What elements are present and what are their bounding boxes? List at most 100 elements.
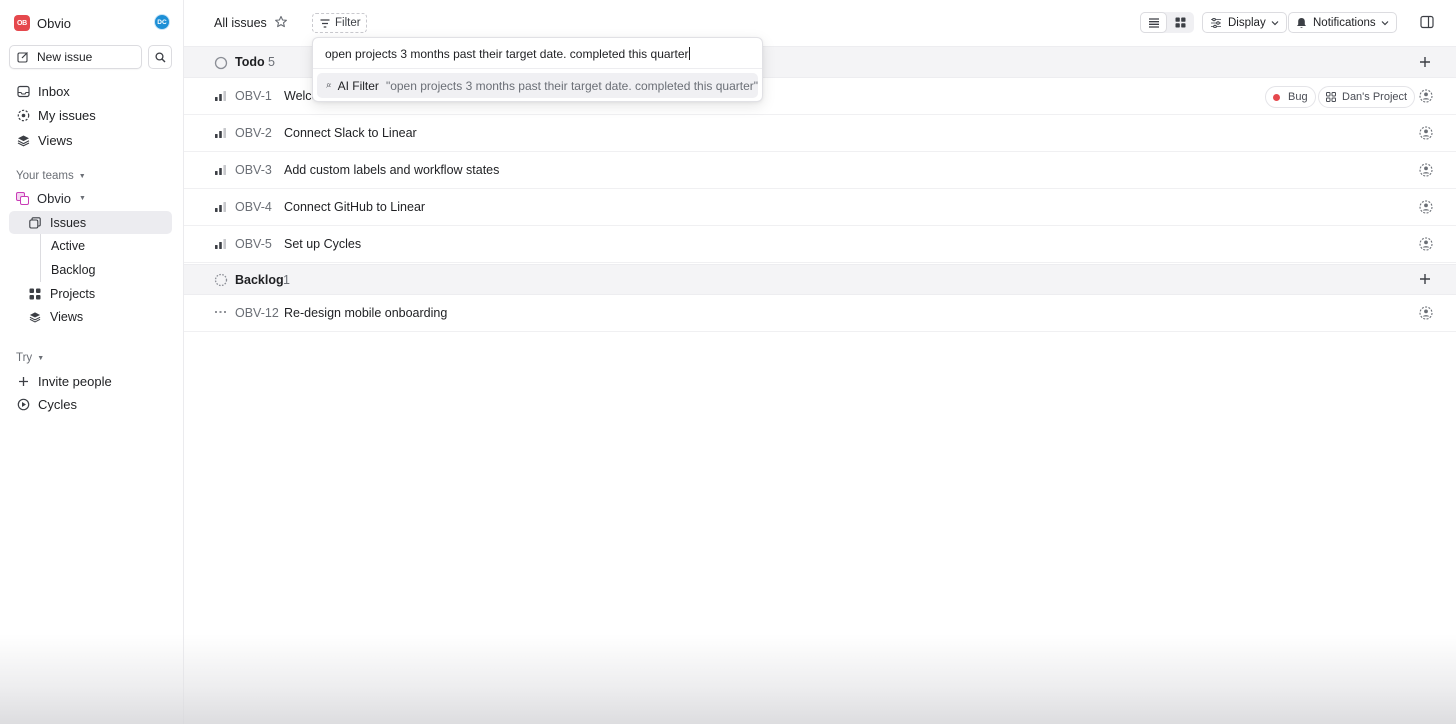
bottom-fade-overlay — [0, 634, 1456, 724]
team-obvio[interactable]: Obvio ▼ — [16, 189, 86, 207]
team-icon — [16, 191, 29, 205]
display-button[interactable]: Display — [1202, 12, 1287, 33]
new-issue-button[interactable]: New issue — [9, 45, 142, 69]
chevron-down-icon — [1381, 20, 1389, 25]
plus-icon — [16, 374, 30, 388]
priority-icon[interactable] — [214, 90, 227, 102]
issue-row[interactable]: OBV-4 Connect GitHub to Linear — [184, 189, 1456, 226]
group-name: Backlog — [235, 272, 284, 287]
section-label: Your teams — [16, 170, 74, 182]
team-item-label: Issues — [50, 215, 87, 230]
list-view-button[interactable] — [1140, 12, 1167, 33]
group-header-backlog[interactable]: Backlog 1 — [184, 264, 1456, 295]
issue-title[interactable]: Connect GitHub to Linear — [284, 200, 425, 214]
your-teams-header[interactable]: Your teams ▼ — [16, 170, 86, 182]
nav-inbox[interactable]: Inbox — [9, 80, 172, 102]
issue-row[interactable]: OBV-5 Set up Cycles — [184, 226, 1456, 263]
issue-id: OBV-2 — [235, 126, 272, 140]
project-chip[interactable]: Dan's Project — [1318, 86, 1416, 108]
priority-icon[interactable] — [214, 238, 227, 250]
list-icon — [1148, 17, 1159, 28]
chevron-down-icon — [1271, 20, 1279, 25]
search-icon — [154, 51, 165, 62]
star-icon[interactable] — [274, 15, 288, 29]
text-cursor — [688, 47, 690, 60]
sidebar: OB Obvio DC New issue Inbox My issues Vi… — [0, 0, 184, 724]
team-item-label: Views — [50, 309, 84, 324]
add-issue-icon[interactable] — [1418, 55, 1432, 69]
layers-icon — [29, 311, 41, 322]
label-chip[interactable]: Bug — [1265, 86, 1316, 108]
priority-icon[interactable] — [214, 201, 227, 213]
nav-views[interactable]: Views — [9, 129, 172, 151]
team-item-views[interactable]: Views — [9, 305, 172, 328]
backlog-status-icon — [214, 273, 228, 287]
issue-title[interactable]: Re-design mobile onboarding — [284, 306, 447, 320]
unassigned-avatar-icon[interactable] — [1419, 163, 1433, 177]
project-icon — [1326, 92, 1336, 102]
priority-icon[interactable] — [214, 164, 227, 176]
issue-id: OBV-4 — [235, 200, 272, 214]
team-item-backlog[interactable]: Backlog — [9, 258, 172, 281]
user-avatar[interactable]: DC — [154, 14, 170, 30]
nav-label: My issues — [38, 107, 96, 123]
team-item-projects[interactable]: Projects — [9, 282, 172, 305]
issue-title[interactable]: Set up Cycles — [284, 237, 361, 251]
board-view-button[interactable] — [1167, 12, 1194, 33]
notifications-label: Notifications — [1313, 16, 1376, 29]
divider — [313, 68, 762, 69]
issue-row[interactable]: OBV-12 Re-design mobile onboarding — [184, 295, 1456, 332]
notifications-button[interactable]: Notifications — [1288, 12, 1397, 33]
team-item-issues[interactable]: Issues — [9, 211, 172, 234]
filter-button[interactable]: Filter — [312, 13, 367, 33]
team-item-active[interactable]: Active — [9, 234, 172, 257]
add-issue-icon[interactable] — [1418, 272, 1432, 286]
layers-icon — [16, 133, 30, 147]
group-count: 1 — [283, 272, 290, 287]
ai-filter-option[interactable]: AI Filter "open projects 3 months past t… — [317, 73, 758, 98]
filter-input-value: open projects 3 months past their target… — [325, 47, 689, 61]
my-issues-icon — [16, 108, 30, 122]
cycles-icon — [16, 397, 30, 411]
section-label: Try — [16, 352, 33, 364]
unassigned-avatar-icon[interactable] — [1419, 89, 1433, 103]
unassigned-avatar-icon[interactable] — [1419, 237, 1433, 251]
issue-title[interactable]: Add custom labels and workflow states — [284, 163, 499, 177]
side-panel-icon[interactable] — [1420, 15, 1434, 29]
bug-dot-icon — [1273, 93, 1280, 101]
issue-id: OBV-5 — [235, 237, 272, 251]
nav-cycles[interactable]: Cycles — [9, 393, 172, 415]
team-name: Obvio — [37, 190, 71, 206]
group-name: Todo — [235, 55, 265, 69]
unassigned-avatar-icon[interactable] — [1419, 200, 1433, 214]
nav-my-issues[interactable]: My issues — [9, 104, 172, 126]
page-title: All issues — [214, 16, 267, 30]
no-priority-icon[interactable] — [214, 310, 227, 314]
compose-icon — [17, 52, 28, 63]
project-text: Dan's Project — [1342, 91, 1408, 103]
caret-down-icon: ▼ — [78, 172, 86, 180]
issues-icon — [29, 216, 41, 229]
priority-icon[interactable] — [214, 127, 227, 139]
workspace-switcher[interactable]: OB Obvio DC — [14, 14, 170, 32]
issue-row[interactable]: OBV-2 Connect Slack to Linear — [184, 115, 1456, 152]
todo-status-icon — [214, 56, 228, 70]
new-issue-label: New issue — [37, 50, 93, 64]
unassigned-avatar-icon[interactable] — [1419, 306, 1433, 320]
group-count: 5 — [268, 55, 275, 69]
filter-search-input[interactable]: open projects 3 months past their target… — [325, 47, 690, 61]
layout-toggle — [1140, 12, 1194, 33]
caret-down-icon: ▼ — [78, 194, 86, 202]
ai-filter-icon — [326, 83, 332, 88]
search-button[interactable] — [148, 45, 172, 69]
issue-id: OBV-1 — [235, 89, 272, 103]
team-item-label: Active — [51, 238, 86, 253]
issue-title[interactable]: Connect Slack to Linear — [284, 126, 417, 140]
try-header[interactable]: Try ▼ — [16, 352, 44, 364]
workspace-logo: OB — [14, 15, 30, 31]
team-item-label: Backlog — [51, 262, 96, 277]
unassigned-avatar-icon[interactable] — [1419, 126, 1433, 140]
nav-invite-people[interactable]: Invite people — [9, 370, 172, 392]
issue-row[interactable]: OBV-3 Add custom labels and workflow sta… — [184, 152, 1456, 189]
workspace-name: Obvio — [37, 15, 71, 31]
